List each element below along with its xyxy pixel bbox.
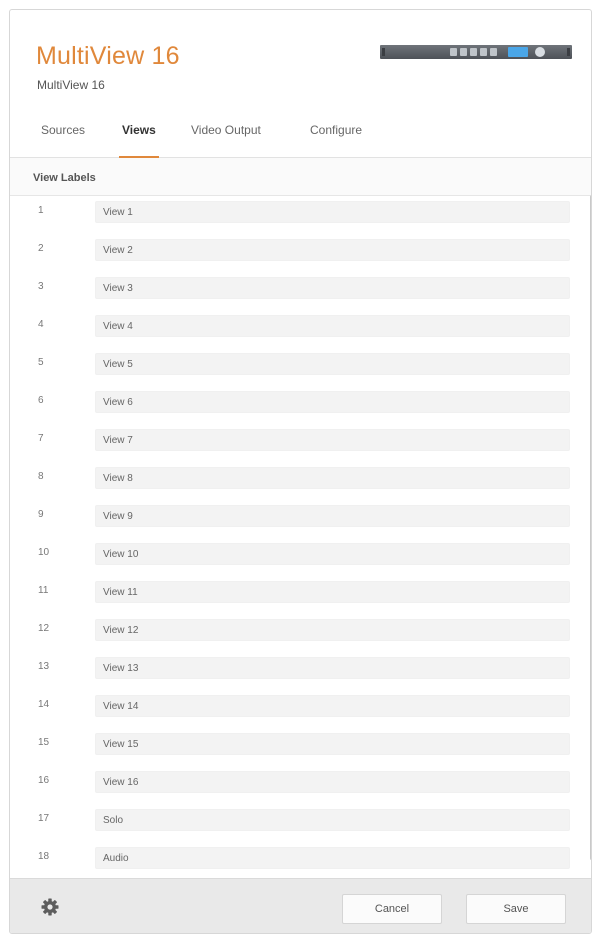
view-number: 5	[38, 357, 44, 368]
device-button	[490, 48, 497, 56]
list-item: 9	[10, 505, 570, 527]
tab-video-output[interactable]: Video Output	[191, 118, 261, 158]
view-number: 17	[38, 813, 50, 824]
device-rack-ear-right	[567, 48, 570, 56]
view-label-input[interactable]	[95, 239, 570, 261]
view-number: 15	[38, 737, 50, 748]
page-title: MultiView 16	[36, 42, 180, 70]
view-number: 1	[38, 205, 44, 216]
view-number: 12	[38, 623, 50, 634]
view-number: 3	[38, 281, 44, 292]
view-number: 10	[38, 547, 50, 558]
list-item: 18	[10, 847, 570, 869]
view-label-input[interactable]	[95, 201, 570, 223]
list-item: 2	[10, 239, 570, 261]
view-number: 2	[38, 243, 44, 254]
view-label-input[interactable]	[95, 277, 570, 299]
device-rack-ear-left	[382, 48, 385, 56]
tab-bar: Sources Views Video Output Configure	[10, 118, 591, 158]
view-label-input[interactable]	[95, 391, 570, 413]
list-item: 5	[10, 353, 570, 375]
view-number: 14	[38, 699, 50, 710]
list-item: 17	[10, 809, 570, 831]
view-number: 9	[38, 509, 44, 520]
tab-sources[interactable]: Sources	[41, 118, 85, 158]
view-number: 11	[38, 585, 49, 596]
view-number: 13	[38, 661, 50, 672]
view-number: 6	[38, 395, 44, 406]
cancel-button[interactable]: Cancel	[342, 894, 442, 924]
footer-bar: Cancel Save	[10, 878, 591, 933]
view-number: 16	[38, 775, 50, 786]
device-screen	[508, 47, 528, 57]
tab-configure[interactable]: Configure	[310, 118, 362, 158]
list-item: 13	[10, 657, 570, 679]
view-label-input[interactable]	[95, 429, 570, 451]
list-item: 3	[10, 277, 570, 299]
view-label-input[interactable]	[95, 581, 570, 603]
view-label-input[interactable]	[95, 771, 570, 793]
view-label-input[interactable]	[95, 505, 570, 527]
device-name: MultiView 16	[37, 78, 105, 92]
view-label-input[interactable]	[95, 315, 570, 337]
list-item: 11	[10, 581, 570, 603]
view-label-input[interactable]	[95, 543, 570, 565]
view-label-input[interactable]	[95, 847, 570, 869]
view-label-input[interactable]	[95, 619, 570, 641]
header: MultiView 16 MultiView 16 Sources Views …	[10, 10, 591, 158]
device-knob	[535, 47, 545, 57]
list-item: 10	[10, 543, 570, 565]
device-button	[460, 48, 467, 56]
device-image	[380, 45, 572, 59]
view-number: 4	[38, 319, 44, 330]
save-button[interactable]: Save	[466, 894, 566, 924]
scrollbar[interactable]	[590, 195, 591, 860]
list-item: 12	[10, 619, 570, 641]
view-label-input[interactable]	[95, 657, 570, 679]
list-item: 15	[10, 733, 570, 755]
list-item: 16	[10, 771, 570, 793]
gear-icon[interactable]	[40, 897, 60, 917]
device-button	[480, 48, 487, 56]
view-number: 8	[38, 471, 44, 482]
list-item: 7	[10, 429, 570, 451]
device-button	[470, 48, 477, 56]
view-label-input[interactable]	[95, 467, 570, 489]
view-number: 18	[38, 851, 50, 862]
view-labels-list: 1 2 3 4 5 6 7 8	[10, 197, 591, 877]
list-item: 6	[10, 391, 570, 413]
view-label-input[interactable]	[95, 695, 570, 717]
device-button	[450, 48, 457, 56]
list-item: 8	[10, 467, 570, 489]
section-header: View Labels	[10, 158, 591, 196]
list-item: 14	[10, 695, 570, 717]
view-label-input[interactable]	[95, 353, 570, 375]
list-item: 1	[10, 201, 570, 223]
multiview-settings-window: MultiView 16 MultiView 16 Sources Views …	[9, 9, 592, 934]
list-item: 4	[10, 315, 570, 337]
scrollbar-thumb[interactable]	[590, 195, 591, 860]
view-number: 7	[38, 433, 44, 444]
view-label-input[interactable]	[95, 809, 570, 831]
section-title: View Labels	[33, 172, 96, 184]
view-label-input[interactable]	[95, 733, 570, 755]
tab-views[interactable]: Views	[119, 118, 159, 158]
